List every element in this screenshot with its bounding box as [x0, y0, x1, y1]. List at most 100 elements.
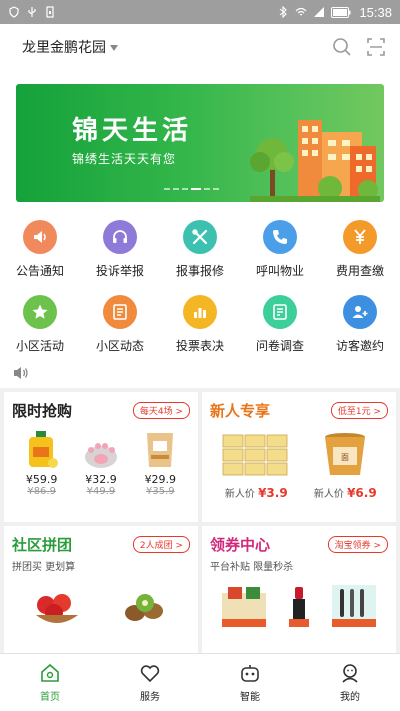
grid-item-call-property[interactable]: 呼叫物业 [240, 220, 320, 279]
product-old-price: ¥49.9 [86, 486, 116, 497]
city-illustration [250, 120, 380, 202]
group-buy-subtitle: 拼团买 更划算 [12, 562, 76, 573]
product-price: ¥32.9 [85, 473, 117, 486]
oil-bottle-image [20, 429, 64, 469]
home-icon [41, 663, 59, 682]
wifi-icon [296, 7, 307, 16]
bar-chart-icon [183, 295, 217, 329]
coupon-center-card[interactable]: 领券中心 淘宝领券 > 平台补贴 限量秒杀 [202, 526, 396, 656]
grid-item-label: 问卷调查 [255, 339, 304, 353]
megaphone-icon [23, 220, 57, 254]
tab-mine[interactable]: 我的 [300, 654, 400, 711]
grid-item-label: 小区活动 [15, 339, 64, 353]
function-grid-section: 公告通知 投诉举报 报事报修 呼叫物业 费用查缴 小区活动 小区动态 投票表决 … [0, 212, 400, 358]
tab-label: 我的 [340, 692, 360, 703]
grid-item-news[interactable]: 小区动态 [80, 295, 160, 354]
product-item[interactable]: 新人价 ¥3.9 [221, 431, 291, 500]
grid-item-label: 投票表决 [175, 339, 224, 353]
apple-basket-image[interactable] [32, 587, 82, 627]
grid-item-activities[interactable]: 小区活动 [0, 295, 80, 354]
product-price: ¥59.9 [25, 473, 58, 486]
product-old-price: ¥35.9 [145, 486, 175, 497]
lipstick-image[interactable] [286, 583, 312, 627]
product-price: ¥29.9 [144, 473, 177, 486]
grid-item-label: 呼叫物业 [255, 264, 304, 278]
grid-item-announcement[interactable]: 公告通知 [0, 220, 80, 279]
grid-item-fees[interactable]: 费用查缴 [320, 220, 400, 279]
tab-label: 服务 [140, 692, 160, 703]
group-buy-card[interactable]: 社区拼团 2人成团 > 拼团买 更划算 [4, 526, 198, 656]
bottom-tab-bar: 首页 服务 智能 我的 [0, 653, 400, 711]
product-item[interactable]: 面 新人价 ¥6.9 [314, 431, 377, 500]
status-bar: 15:38 [0, 0, 400, 24]
price-caption: 新人价 [224, 489, 255, 500]
grid-item-label: 投诉举报 [95, 264, 144, 278]
function-grid: 公告通知 投诉举报 报事报修 呼叫物业 费用查缴 小区活动 小区动态 投票表决 … [0, 220, 400, 354]
new-user-price-label: 新人价 ¥6.9 [314, 485, 377, 500]
bluetooth-icon [280, 6, 288, 18]
location-selector[interactable]: 龙里金鹏花园 [22, 37, 118, 57]
banner-title: 锦天生活 [72, 116, 193, 146]
user-icon [342, 664, 358, 683]
svg-text:面: 面 [341, 453, 349, 462]
survey-icon [263, 295, 297, 329]
mall-cards: 限时抢购 每天4场 > ¥59.9 ¥86.9 ¥32.9 ¥49.9 ¥29.… [0, 388, 400, 656]
phone-icon [263, 220, 297, 254]
product-price: ¥3.9 [258, 486, 288, 500]
grid-item-label: 公告通知 [15, 264, 64, 278]
grid-item-label: 小区动态 [95, 339, 144, 353]
notice-bar[interactable] [0, 358, 400, 388]
banner-subtitle: 锦绣生活天天有您 [72, 152, 177, 166]
group-buy-products [12, 587, 190, 627]
top-header: 龙里金鹏花园 [0, 24, 400, 70]
paw-cushion-image [79, 429, 123, 469]
grid-item-complaint[interactable]: 投诉举报 [80, 220, 160, 279]
product-item[interactable]: ¥32.9 ¥49.9 [73, 429, 129, 497]
noodle-cup-image: 面 [325, 433, 366, 475]
grid-item-label: 访客邀约 [335, 339, 384, 353]
yen-icon [343, 220, 377, 254]
grid-item-visitor[interactable]: 访客邀约 [320, 295, 400, 354]
tissue-pack-image [222, 434, 288, 476]
coupon-center-title: 领券中心 [210, 536, 271, 554]
tools-icon [183, 220, 217, 254]
tab-smart[interactable]: 智能 [200, 654, 300, 711]
flash-sale-title: 限时抢购 [12, 402, 73, 420]
shield-icon [9, 6, 19, 18]
group-buy-pill[interactable]: 2人成团 > [132, 536, 190, 553]
clock: 15:38 [359, 4, 392, 20]
toothbrush-image[interactable] [328, 583, 380, 627]
group-buy-title: 社区拼团 [12, 536, 73, 554]
banner-pagination [164, 188, 219, 190]
coupon-center-pill[interactable]: 淘宝领券 > [327, 536, 388, 553]
new-user-pill[interactable]: 低至1元 > [330, 402, 388, 419]
scan-icon[interactable] [366, 37, 386, 57]
new-user-card[interactable]: 新人专享 低至1元 > 新人价 ¥3.9 面 新人价 ¥6.9 [202, 392, 396, 522]
product-item[interactable]: ¥29.9 ¥35.9 [132, 429, 188, 497]
grid-item-label: 报事报修 [175, 264, 224, 278]
tab-service[interactable]: 服务 [100, 654, 200, 711]
grid-item-vote[interactable]: 投票表决 [160, 295, 240, 354]
news-icon [103, 295, 137, 329]
grid-item-survey[interactable]: 问卷调查 [240, 295, 320, 354]
snack-box-image[interactable] [218, 583, 270, 627]
banner-section: 锦天生活 锦绣生活天天有您 [0, 70, 400, 212]
star-icon [23, 295, 57, 329]
product-item[interactable]: ¥59.9 ¥86.9 [14, 429, 70, 497]
snack-bag-image [138, 429, 182, 469]
usb-icon [28, 7, 36, 17]
grid-item-repair[interactable]: 报事报修 [160, 220, 240, 279]
caret-down-icon [110, 45, 118, 51]
tab-home[interactable]: 首页 [0, 654, 100, 711]
promo-banner[interactable]: 锦天生活 锦绣生活天天有您 [16, 84, 384, 202]
product-price: ¥6.9 [347, 486, 377, 500]
tab-label: 首页 [40, 692, 60, 703]
flash-sale-card[interactable]: 限时抢购 每天4场 > ¥59.9 ¥86.9 ¥32.9 ¥49.9 ¥29.… [4, 392, 198, 522]
grid-item-label: 费用查缴 [335, 264, 384, 278]
kiwi-image[interactable] [121, 587, 171, 627]
coupon-center-subtitle: 平台补贴 限量秒杀 [210, 562, 294, 573]
headset-icon [103, 220, 137, 254]
flash-sale-pill[interactable]: 每天4场 > [132, 402, 190, 419]
product-old-price: ¥86.9 [27, 486, 56, 497]
search-icon[interactable] [332, 37, 352, 57]
